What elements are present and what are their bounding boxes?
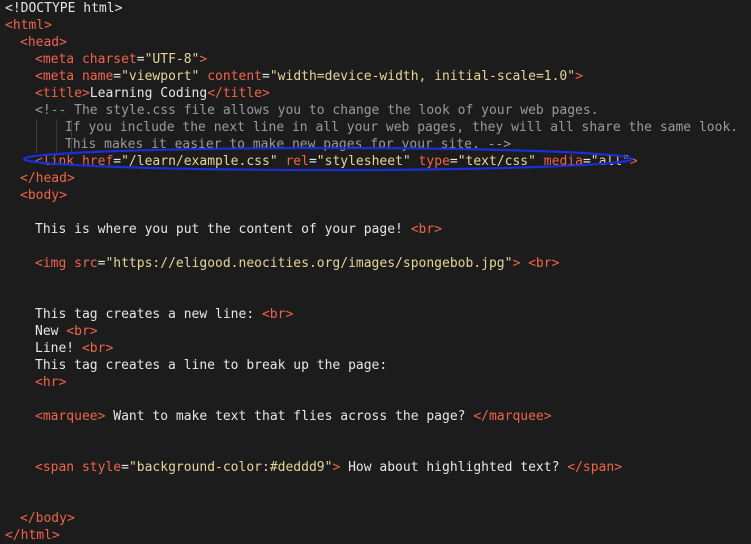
code-line: If you include the next line in all your…	[65, 119, 738, 136]
code-line: <link href="/learn/example.css" rel="sty…	[35, 153, 638, 170]
code-token-tag: <br>	[528, 256, 560, 271]
code-token-eq: =	[136, 52, 145, 67]
code-token-comment: This makes it easier to make new pages f…	[65, 137, 512, 152]
code-token-text: How about highlighted text?	[340, 460, 568, 475]
indent-guide	[71, 119, 72, 153]
code-token-tag: <link	[35, 154, 75, 169]
code-token-tag: <span	[35, 460, 75, 475]
code-token-str: "viewport"	[121, 69, 200, 84]
code-token-text: New	[35, 324, 67, 339]
code-token-tag: <meta	[35, 69, 75, 84]
code-line: <html>	[5, 17, 52, 34]
code-line: Line! <br>	[35, 340, 113, 357]
code-token-tag: <br>	[81, 341, 114, 356]
code-token-attr: href	[81, 154, 114, 169]
code-line: <meta charset="UTF-8">	[35, 51, 207, 68]
code-token-tag: <br>	[261, 307, 294, 322]
code-token-tag: <meta	[35, 52, 75, 67]
code-token-tag: <hr>	[35, 375, 67, 390]
code-token-text: Learning Coding	[89, 86, 208, 101]
code-token-attr: src	[74, 256, 98, 271]
code-token-tag: <html>	[5, 18, 52, 33]
code-token-eq: =	[582, 154, 591, 169]
code-token-str: "https://eligood.neocities.org/images/sp…	[105, 256, 513, 271]
code-token-str: "/learn/example.css"	[121, 154, 278, 169]
code-line: <hr>	[35, 374, 66, 391]
code-token-eq: =	[121, 460, 129, 475]
code-token-tag: </html>	[5, 528, 60, 543]
code-token-tag: >	[199, 52, 208, 67]
code-token-text: This is where you put the content of you…	[35, 222, 411, 237]
code-line: This tag creates a new line: <br>	[35, 306, 293, 323]
code-token-text: Want to make text that flies across the …	[105, 409, 474, 424]
code-token-tag: <head>	[20, 35, 67, 50]
code-token-attr: style	[81, 460, 122, 475]
code-token-str: "text/css"	[457, 154, 536, 169]
code-token-tag: <title>	[35, 86, 90, 101]
code-line: <body>	[20, 187, 67, 204]
code-token-tag: </title>	[207, 86, 270, 101]
code-line: <span style="background-color:#deddd9"> …	[35, 459, 622, 476]
code-token-tag: <img	[35, 256, 67, 271]
code-line: </head>	[20, 170, 75, 187]
code-token-tag: <body>	[20, 188, 67, 203]
code-token-attr: rel	[285, 154, 309, 169]
code-token-tag: </marquee>	[473, 409, 552, 424]
code-line: <!DOCTYPE html>	[5, 0, 122, 17]
code-token-eq: =	[262, 69, 270, 84]
code-line: This is where you put the content of you…	[35, 221, 442, 238]
code-token-comment: <!-- The style.css file allows you to ch…	[35, 103, 599, 118]
code-token-text: This tag creates a new line:	[35, 307, 262, 322]
code-line: New <br>	[35, 323, 98, 340]
code-line: This tag creates a line to break up the …	[35, 357, 387, 374]
code-line: <head>	[20, 34, 67, 51]
code-token-attr: charset	[81, 52, 137, 67]
code-token-eq: =	[449, 154, 458, 169]
code-token-str: "UTF-8"	[144, 52, 200, 67]
code-token-str: "all"	[590, 154, 630, 169]
code-token-eq: =	[308, 154, 317, 169]
code-token-eq: =	[113, 154, 122, 169]
code-token-tag: </body>	[20, 511, 75, 526]
code-token-tag: >	[629, 154, 638, 169]
code-line: <title>Learning Coding</title>	[35, 85, 270, 102]
code-token-text: <!DOCTYPE html>	[5, 1, 123, 16]
code-line: <marquee> Want to make text that flies a…	[35, 408, 552, 425]
code-token-attr: content	[207, 69, 263, 84]
code-line: <!-- The style.css file allows you to ch…	[35, 102, 599, 119]
code-line: This makes it easier to make new pages f…	[65, 136, 511, 153]
code-token-eq: =	[113, 69, 122, 84]
code-line: <img src="https://eligood.neocities.org/…	[35, 255, 559, 272]
code-line: </body>	[20, 510, 75, 527]
code-token-str: "background-color:#deddd9"	[128, 460, 333, 475]
code-token-comment: If you include the next line in all your…	[65, 120, 739, 135]
code-token-tag: <br>	[66, 324, 98, 339]
code-line: <meta name="viewport" content="width=dev…	[35, 68, 583, 85]
code-token-str: "stylesheet"	[316, 154, 411, 169]
code-token-tag: </head>	[20, 171, 75, 186]
code-editor[interactable]: <!DOCTYPE html> <html> <head> <meta charset…	[0, 0, 751, 543]
code-token-tag: <br>	[410, 222, 442, 237]
code-token-str: "width=device-width, initial-scale=1.0"	[269, 69, 576, 84]
code-line: </html>	[5, 527, 60, 544]
code-token-attr: name	[81, 69, 114, 84]
code-token-text: Line!	[35, 341, 82, 356]
code-token-tag: >	[575, 69, 583, 84]
code-token-attr: type	[418, 154, 450, 169]
code-token-tag: <marquee>	[35, 409, 106, 424]
code-token-text: This tag creates a line to break up the …	[35, 358, 388, 373]
indent-guide	[36, 119, 37, 153]
code-token-attr: media	[543, 154, 583, 169]
code-token-tag: </span>	[567, 460, 623, 475]
indent-guide	[56, 119, 57, 153]
